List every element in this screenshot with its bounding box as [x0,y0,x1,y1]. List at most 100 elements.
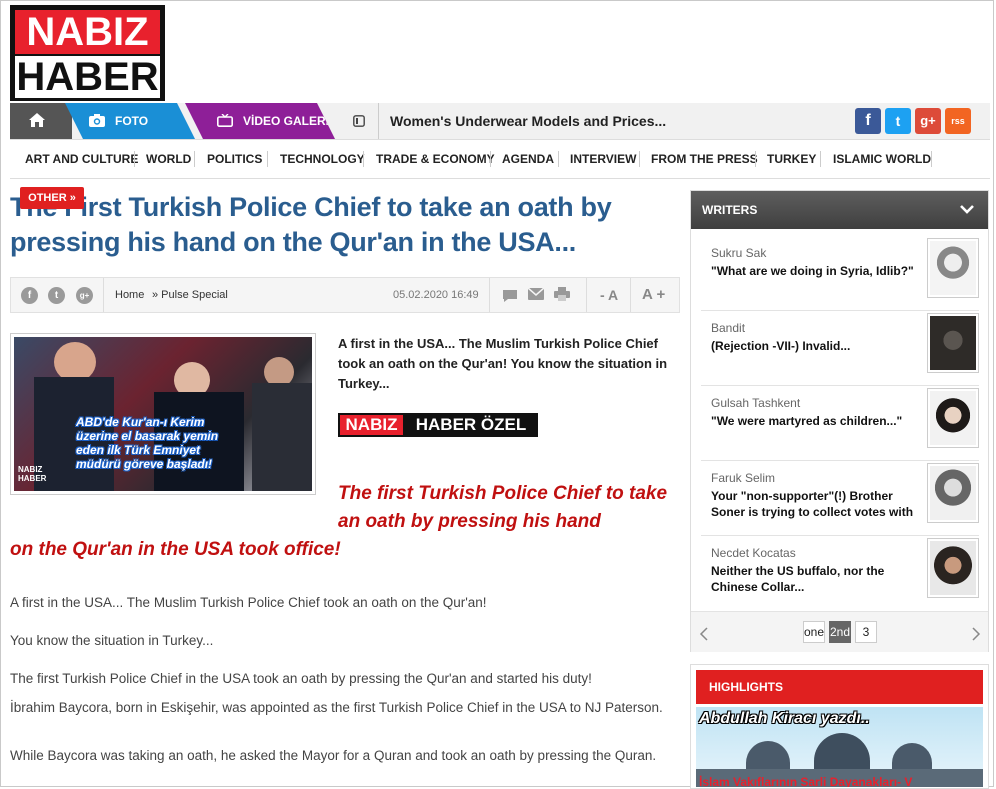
article-subheading-line2: on the Qur'an in the USA took office! [10,539,341,560]
home-icon [29,113,45,127]
category-separator [194,151,195,167]
writers-header[interactable]: WRITERS [691,191,988,229]
article-paragraph: While Baycora was taking an oath, he ask… [10,748,657,763]
category-separator [755,151,756,167]
writer-item[interactable]: Gulsah Tashkent "We were martyred as chi… [701,386,979,461]
chevron-left-icon[interactable] [699,627,709,641]
category-trade-economy[interactable]: TRADE & ECONOMY [376,140,495,178]
writer-article-title[interactable]: Neither the US buffalo, nor the Chinese … [711,563,916,595]
page-button-2-active[interactable]: 2nd [829,621,851,643]
photo-gallery-label: FOTO GALERİ [115,114,149,128]
font-decrease-button[interactable]: - A [600,278,618,312]
news-ticker-headline[interactable]: Women's Underwear Models and Prices... [390,103,666,139]
article-date: 05.02.2020 16:49 [393,289,479,301]
category-agenda[interactable]: AGENDA [502,140,554,178]
category-technology[interactable]: TECHNOLOGY [280,140,365,178]
photo-gallery-tab[interactable]: FOTO GALERİ [65,103,195,139]
category-separator [134,151,135,167]
highlight-image[interactable]: Abdullah Kiracı yazdı.. İslam Vakıfların… [696,707,983,787]
breadcrumb-home[interactable]: Home [115,278,144,312]
article-subheading-line1: The first Turkish Police Chief to take a… [338,483,668,532]
email-icon[interactable] [528,287,544,301]
twitter-share-icon[interactable]: t [48,287,65,304]
writer-name: Bandit [711,321,746,335]
comment-icon[interactable] [502,289,518,303]
article-paragraph: The first Turkish Police Chief in the US… [10,671,592,686]
photo-caption: ABD'de Kur'an-ı Kerim üzerine el basarak… [76,415,219,471]
writer-item[interactable]: Faruk Selim Your "non-supporter"(!) Brot… [701,461,979,536]
writer-name: Necdet Kocatas [711,546,796,560]
category-separator [490,151,491,167]
meta-divider [103,278,104,312]
category-navigation: ART AND CULTURE WORLD POLITICS TECHNOLOG… [10,140,990,179]
site-logo[interactable]: NABIZ HABER [10,5,165,101]
nabiz-haber-ozel-banner: NABIZ HABER ÖZEL [338,413,538,437]
category-art-and-culture[interactable]: ART AND CULTURE [25,140,138,178]
writer-article-title[interactable]: (Rejection -VII-) Invalid... [711,338,916,354]
category-separator [820,151,821,167]
chevron-right-icon[interactable] [971,627,981,641]
ozel-banner-red-text: NABIZ [340,415,403,435]
category-interview[interactable]: INTERVIEW [570,140,636,178]
writer-article-title[interactable]: "We were martyred as children..." [711,413,916,429]
highlight-bottom-text: İslam Vakıflarının Sarli Dayanakları- V [699,775,913,787]
category-world[interactable]: WORLD [146,140,191,178]
twitter-icon[interactable]: t [885,108,911,134]
article-photo-image: ABD'de Kur'an-ı Kerim üzerine el basarak… [14,337,312,491]
page-button-1[interactable]: one [803,621,825,643]
highlights-header: HIGHLIGHTS [696,670,983,704]
logo-top-text: NABIZ [15,10,160,54]
logo-bottom-text: HABER [15,55,160,99]
article-meta-bar: f t g+ Home » Pulse Special 05.02.2020 1… [10,277,680,313]
news-ticker-icon [353,115,365,127]
writer-avatar [927,463,979,523]
home-button[interactable] [10,103,72,139]
category-politics[interactable]: POLITICS [207,140,262,178]
article-paragraph: You know the situation in Turkey... [10,633,214,648]
writer-avatar [927,313,979,373]
article-paragraph: A first in the USA... The Muslim Turkish… [10,595,487,610]
highlight-caption: Abdullah Kiracı yazdı.. [699,710,870,727]
category-islamic-world[interactable]: ISLAMIC WORLD [833,140,931,178]
category-from-the-press[interactable]: FROM THE PRESS [651,140,758,178]
photo-figure-body [252,383,312,491]
breadcrumb-section[interactable]: » Pulse Special [152,278,228,312]
category-turkey[interactable]: TURKEY [767,140,816,178]
writer-article-title[interactable]: "What are we doing in Syria, Idlib?" [711,263,916,279]
writer-item[interactable]: Bandit (Rejection -VII-) Invalid... [701,311,979,386]
article-photo[interactable]: ABD'de Kur'an-ı Kerim üzerine el basarak… [10,333,316,495]
highlights-panel: HIGHLIGHTS Abdullah Kiracı yazdı.. İslam… [690,664,989,789]
writer-avatar [927,388,979,448]
google-plus-share-icon[interactable]: g+ [76,287,93,304]
photo-logo-top: NABIZ [18,465,43,474]
mosque-dome [892,743,932,771]
meta-divider [489,278,490,312]
video-gallery-tab[interactable]: VİDEO GALERİ [185,103,335,139]
video-gallery-label: VİDEO GALERİ [243,114,330,128]
writer-name: Sukru Sak [711,246,767,260]
writer-name: Faruk Selim [711,471,776,485]
article-paragraph: İbrahim Baycora, born in Eskişehir, was … [10,700,663,715]
writer-article-title[interactable]: Your "non-supporter"(!) Brother Soner is… [711,488,916,520]
category-badge[interactable]: OTHER » [20,187,84,209]
font-increase-button[interactable]: A + [642,278,665,312]
page-button-3[interactable]: 3 [855,621,877,643]
writer-item[interactable]: Sukru Sak "What are we doing in Syria, I… [701,236,979,311]
writer-item[interactable]: Necdet Kocatas Neither the US buffalo, n… [701,536,979,610]
writers-heading: WRITERS [702,203,758,217]
ozel-banner-white-text: HABER ÖZEL [415,415,527,434]
meta-divider [630,278,631,312]
rss-icon[interactable]: rss [945,108,971,134]
category-separator [267,151,268,167]
facebook-icon[interactable]: f [855,108,881,134]
chevron-down-icon[interactable] [959,203,975,215]
highlights-heading: HIGHLIGHTS [709,680,783,694]
print-icon[interactable] [554,287,570,301]
ticker-divider [378,103,379,139]
writers-panel: WRITERS Sukru Sak "What are we doing in … [690,190,989,652]
category-separator [931,151,932,167]
photo-watermark-logo: NABIZ HABER [18,465,46,483]
category-separator [639,151,640,167]
facebook-share-icon[interactable]: f [21,287,38,304]
google-plus-icon[interactable]: g+ [915,108,941,134]
